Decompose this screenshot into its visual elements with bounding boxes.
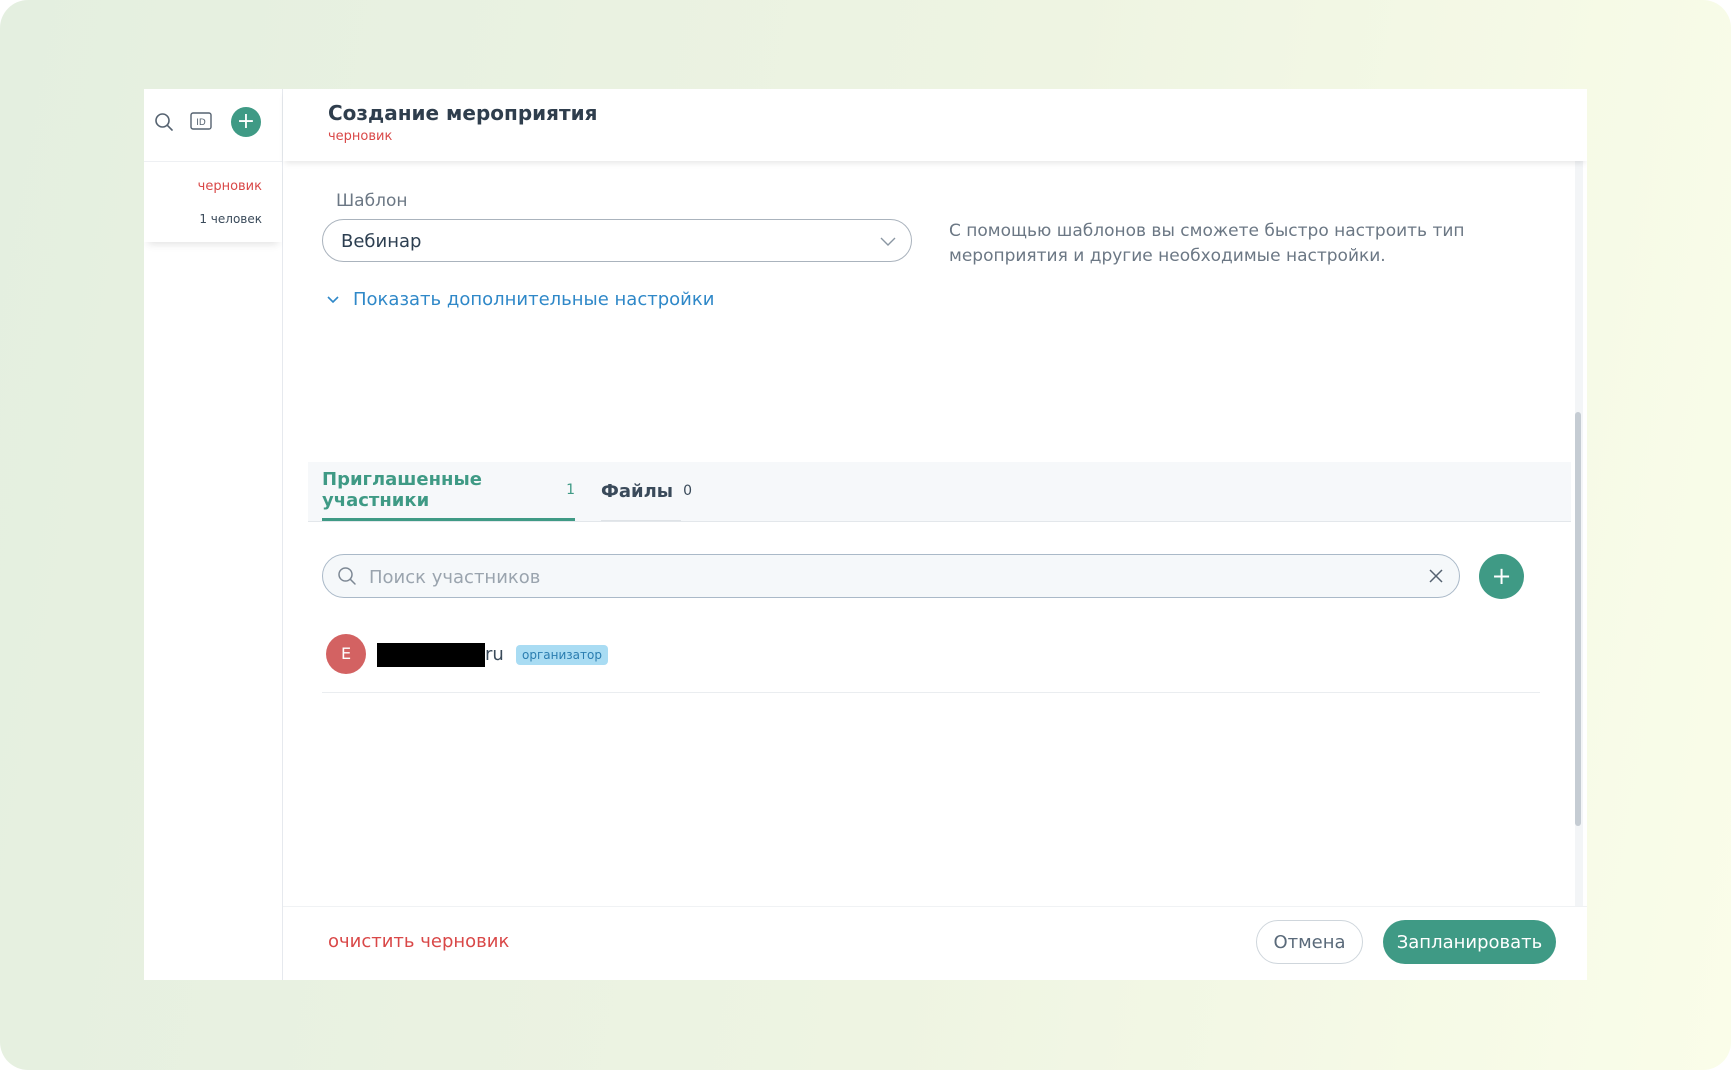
show-advanced-settings-link[interactable]: Показать дополнительные настройки xyxy=(325,289,714,310)
participant-search xyxy=(322,554,1460,598)
tab-files[interactable]: Файлы 0 xyxy=(601,462,692,521)
participant-email: ru xyxy=(377,643,504,667)
avatar: E xyxy=(326,634,366,674)
cancel-button[interactable]: Отмена xyxy=(1256,920,1363,964)
redacted-email xyxy=(377,643,485,667)
draft-status: черновик xyxy=(197,179,262,194)
tab-label: Приглашенные участники xyxy=(322,469,482,511)
chevron-down-icon xyxy=(325,292,341,308)
search-icon[interactable] xyxy=(152,110,176,134)
add-event-button[interactable]: + xyxy=(231,107,261,137)
id-card-icon[interactable]: ID xyxy=(190,111,212,131)
scrollbar-thumb[interactable] xyxy=(1575,412,1581,826)
search-icon xyxy=(337,566,357,586)
clear-draft-link[interactable]: очистить черновик xyxy=(328,931,509,952)
add-participant-button[interactable]: + xyxy=(1479,554,1524,599)
event-form: Шаблон Вебинар С помощью шаблонов вы смо… xyxy=(283,161,1587,906)
template-value: Вебинар xyxy=(341,231,422,252)
role-badge: организатор xyxy=(516,645,608,665)
schedule-button[interactable]: Запланировать xyxy=(1383,920,1556,964)
tab-count: 1 xyxy=(566,482,575,498)
sidebar-toolbar: ID + xyxy=(144,89,282,161)
search-input[interactable] xyxy=(367,564,1411,590)
tab-count: 0 xyxy=(683,483,692,499)
tab-label: Файлы xyxy=(601,480,674,502)
form-footer: очистить черновик Отмена Запланировать xyxy=(283,906,1587,980)
chevron-down-icon xyxy=(879,232,897,250)
template-select[interactable]: Вебинар xyxy=(322,219,912,262)
app-window: ID + черновик 1 человек Создание меропри… xyxy=(144,89,1587,980)
show-advanced-settings-label: Показать дополнительные настройки xyxy=(353,289,715,310)
close-icon[interactable] xyxy=(1427,567,1445,585)
tabs-bar: Приглашенные участники 1 Файлы 0 xyxy=(308,462,1571,522)
draft-card[interactable]: черновик 1 человек xyxy=(144,161,282,242)
page-header: Создание мероприятия черновик xyxy=(283,89,1587,161)
id-icon-text: ID xyxy=(196,118,206,128)
page-status: черновик xyxy=(328,129,393,144)
participants-count: 1 человек xyxy=(199,212,262,226)
template-hint: С помощью шаблонов вы сможете быстро нас… xyxy=(949,221,1465,266)
sidebar: ID + черновик 1 человек xyxy=(144,89,283,980)
participant-row[interactable]: E ru организатор xyxy=(322,634,1540,693)
page-title: Создание мероприятия xyxy=(328,101,598,125)
email-domain-tail: ru xyxy=(485,644,504,665)
tab-invited-participants[interactable]: Приглашенные участники 1 xyxy=(322,462,575,521)
template-label: Шаблон xyxy=(336,191,408,211)
